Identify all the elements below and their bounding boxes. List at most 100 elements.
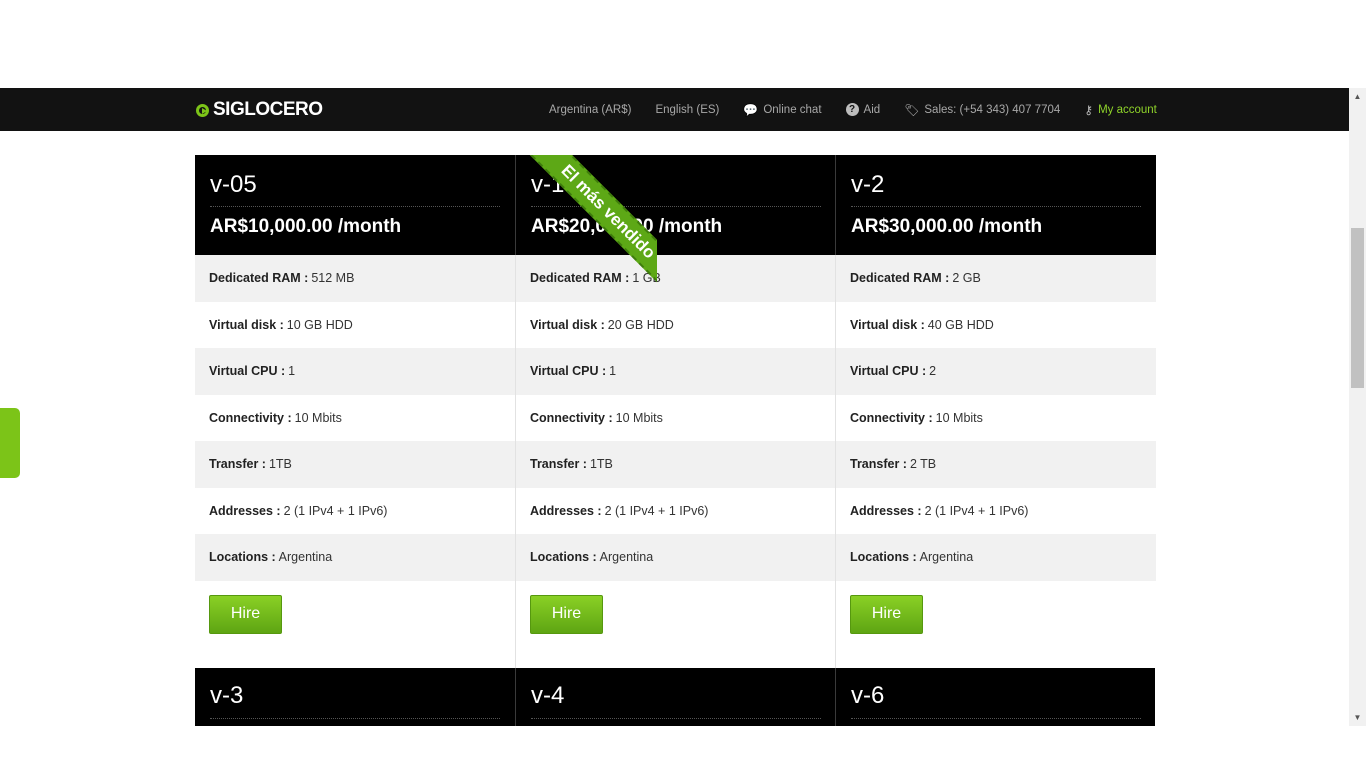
- logo-text: SIGLOCERO: [213, 99, 323, 120]
- online-chat-link[interactable]: 💬 Online chat: [743, 103, 821, 117]
- plan-price: AR$20,000.00 /month: [531, 216, 723, 237]
- spec-row-cpu: Virtual CPU :1: [516, 348, 836, 395]
- sales-label: Sales: (+54 343) 407 7704: [924, 103, 1061, 116]
- spec-row-addresses: Addresses :2 (1 IPv4 + 1 IPv6): [195, 487, 515, 534]
- spec-value: 2 TB: [909, 457, 937, 472]
- spec-label: Locations :: [850, 550, 917, 565]
- spec-value: 40 GB HDD: [927, 317, 994, 332]
- plan-header-divider: [210, 718, 500, 719]
- spec-value: 10 Mbits: [935, 410, 983, 425]
- spec-label: Virtual disk :: [850, 317, 925, 332]
- my-account-link[interactable]: ⚷ My account: [1084, 103, 1157, 117]
- header-column-divider: [835, 155, 836, 255]
- spec-value: 2 (1 IPv4 + 1 IPv6): [604, 503, 709, 518]
- plans-grid-row-2: v-3 v-4 v-6: [195, 668, 1155, 726]
- spec-row-transfer: Transfer :2 TB: [836, 441, 1156, 488]
- plan-name: v-05: [210, 171, 257, 198]
- sales-phone[interactable]: 🏷 Sales: (+54 343) 407 7704: [904, 103, 1060, 117]
- hire-button[interactable]: Hire: [530, 594, 603, 634]
- spec-label: Transfer :: [530, 457, 587, 472]
- hire-area: Hire: [836, 581, 1156, 668]
- plan-name: v-1: [531, 171, 565, 198]
- scroll-up-arrow-icon[interactable]: ▲: [1349, 88, 1366, 105]
- nav-links: Argentina (AR$) English (ES) 💬 Online ch…: [549, 88, 1157, 131]
- plan-card: v-6: [835, 668, 1155, 726]
- region-label: Argentina (AR$): [549, 103, 632, 116]
- top-blank-area: [0, 0, 1366, 88]
- scrollbar-thumb[interactable]: [1351, 228, 1364, 388]
- spec-row-ram: Dedicated RAM :2 GB: [836, 255, 1156, 302]
- spec-row-ram: Dedicated RAM :512 MB: [195, 255, 515, 302]
- spec-row-transfer: Transfer :1TB: [195, 441, 515, 488]
- spec-value: 1: [609, 364, 617, 379]
- spec-label: Transfer :: [850, 457, 907, 472]
- plan-card: v-3: [195, 668, 515, 726]
- spec-row-locations: Locations : Argentina: [195, 534, 515, 581]
- plan-name: v-4: [531, 682, 565, 709]
- language-selector[interactable]: English (ES): [655, 104, 719, 116]
- plan-header: v-2 AR$30,000.00 /month: [836, 155, 1156, 255]
- spec-label: Addresses :: [850, 503, 922, 518]
- plan-name: v-2: [851, 171, 885, 198]
- plan-price: AR$10,000.00 /month: [210, 216, 402, 237]
- plan-name: v-3: [210, 682, 244, 709]
- plan-header-divider: [851, 206, 1141, 207]
- siglocero-logo[interactable]: SIGLOCERO: [196, 99, 323, 121]
- plan-header-divider: [210, 206, 500, 207]
- spec-label: Virtual CPU :: [530, 364, 607, 379]
- spec-row-connectivity: Connectivity :10 Mbits: [516, 394, 836, 441]
- plan-header-divider: [851, 718, 1141, 719]
- tag-icon: 🏷: [904, 102, 920, 117]
- spec-label: Addresses :: [530, 503, 602, 518]
- spec-value: 1: [288, 364, 296, 379]
- region-selector[interactable]: Argentina (AR$): [549, 104, 631, 116]
- aid-label: Aid: [863, 103, 881, 116]
- spec-label: Virtual CPU :: [209, 364, 286, 379]
- spec-value: 512 MB: [311, 271, 355, 286]
- spec-value: 2 (1 IPv4 + 1 IPv6): [924, 503, 1029, 518]
- header-column-divider: [515, 155, 516, 255]
- aid-link[interactable]: ? Aid: [845, 103, 881, 116]
- vertical-scrollbar[interactable]: ▲ ▼: [1349, 88, 1366, 726]
- hire-button[interactable]: Hire: [209, 594, 282, 634]
- spec-value: Argentina: [919, 550, 974, 565]
- feedback-side-tab[interactable]: [0, 408, 20, 478]
- spec-label: Connectivity :: [209, 410, 292, 425]
- scroll-down-arrow-icon[interactable]: ▼: [1349, 709, 1366, 726]
- spec-row-connectivity: Connectivity :10 Mbits: [836, 394, 1156, 441]
- spec-row-cpu: Virtual CPU :2: [836, 348, 1156, 395]
- my-account-label: My account: [1098, 103, 1157, 116]
- spec-label: Connectivity :: [850, 410, 933, 425]
- spec-value: Argentina: [278, 550, 333, 565]
- spec-row-cpu: Virtual CPU :1: [195, 348, 515, 395]
- hire-area: Hire: [195, 581, 515, 668]
- spec-value: 2 GB: [952, 271, 981, 286]
- plan-header-divider: [531, 718, 821, 719]
- hire-button[interactable]: Hire: [850, 594, 923, 634]
- plan-card: v-2 AR$30,000.00 /month Dedicated RAM :2…: [835, 155, 1156, 668]
- power-icon: [196, 103, 209, 117]
- spec-row-disk: Virtual disk :10 GB HDD: [195, 301, 515, 348]
- plan-name: v-6: [851, 682, 885, 709]
- spec-label: Dedicated RAM :: [530, 271, 630, 286]
- spec-row-locations: Locations : Argentina: [516, 534, 836, 581]
- spec-value: 1TB: [589, 457, 613, 472]
- question-icon: ?: [845, 103, 859, 116]
- spec-label: Transfer :: [209, 457, 266, 472]
- spec-row-locations: Locations : Argentina: [836, 534, 1156, 581]
- chat-bubbles-icon: 💬: [743, 102, 759, 117]
- language-label: English (ES): [655, 103, 720, 116]
- plan-header: v-05 AR$10,000.00 /month: [195, 155, 515, 255]
- spec-row-addresses: Addresses :2 (1 IPv4 + 1 IPv6): [836, 487, 1156, 534]
- plan-card: v-1 AR$20,000.00 /month Dedicated RAM :1…: [515, 155, 836, 668]
- spec-value: 10 Mbits: [615, 410, 663, 425]
- plan-card: v-05 AR$10,000.00 /month Dedicated RAM :…: [195, 155, 515, 668]
- spec-value: 20 GB HDD: [607, 317, 674, 332]
- spec-label: Dedicated RAM :: [209, 271, 309, 286]
- spec-value: 1TB: [268, 457, 292, 472]
- spec-row-ram: Dedicated RAM :1 GB: [516, 255, 836, 302]
- spec-value: 10 GB HDD: [286, 317, 353, 332]
- spec-label: Virtual disk :: [209, 317, 284, 332]
- spec-label: Addresses :: [209, 503, 281, 518]
- spec-label: Connectivity :: [530, 410, 613, 425]
